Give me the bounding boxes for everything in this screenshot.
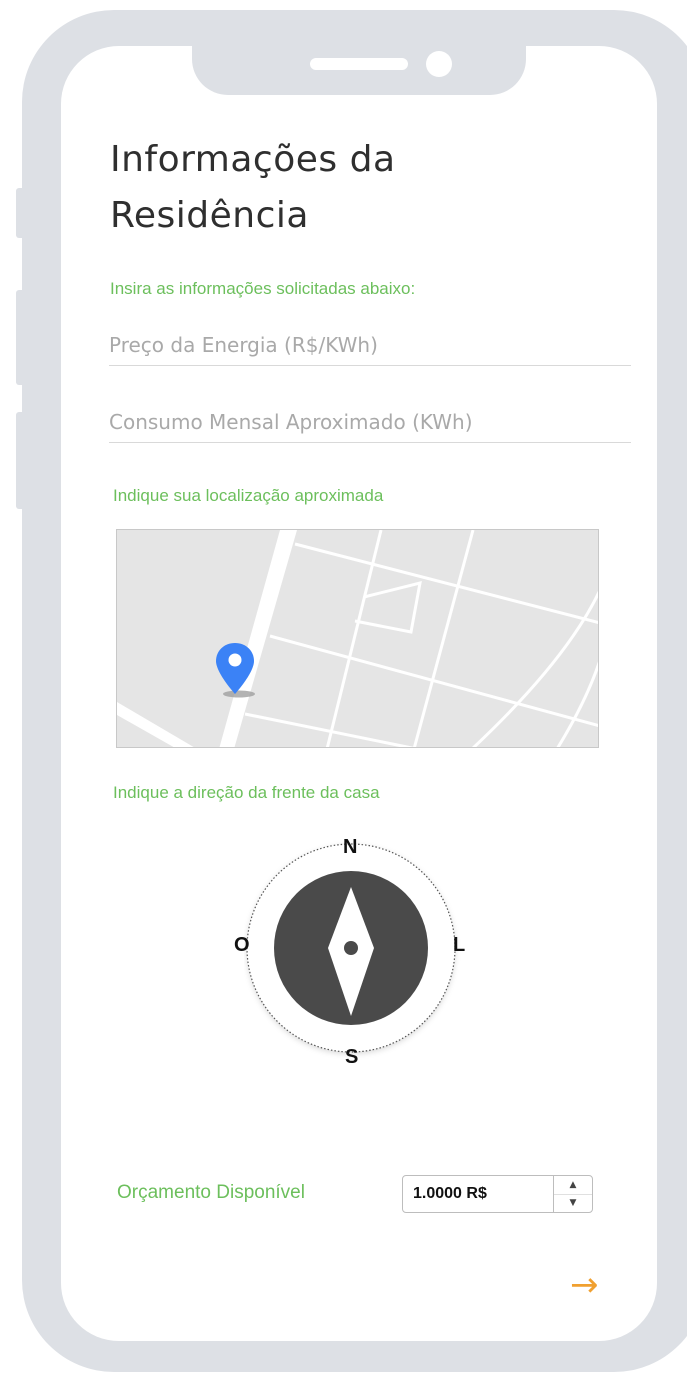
compass-east-label: L <box>453 934 466 956</box>
arrow-right-icon: → <box>570 1265 599 1305</box>
page-title: Informações da Residência <box>110 139 396 236</box>
monthly-consumption-input[interactable] <box>109 402 631 443</box>
device-side-button <box>16 290 26 385</box>
speaker-icon <box>310 58 408 70</box>
compass-west-label: O <box>234 934 250 956</box>
budget-label: Orçamento Disponível <box>117 1182 305 1203</box>
stepper-arrows: ▲ ▼ <box>553 1176 592 1212</box>
camera-icon <box>426 51 452 77</box>
map-pin-icon[interactable] <box>214 641 256 699</box>
device-notch <box>192 46 526 95</box>
form-instructions: Insira as informações solicitadas abaixo… <box>110 279 416 298</box>
location-label: Indique sua localização aproximada <box>113 486 384 505</box>
location-map[interactable] <box>116 529 599 748</box>
budget-stepper[interactable]: 1.0000 R$ ▲ ▼ <box>402 1175 593 1213</box>
budget-value[interactable]: 1.0000 R$ <box>413 1185 487 1203</box>
stepper-up-icon[interactable]: ▲ <box>554 1176 592 1195</box>
compass-dial[interactable]: N S O L <box>234 836 466 1068</box>
device-side-button <box>16 188 26 238</box>
energy-price-input[interactable] <box>109 325 631 366</box>
device-side-button <box>16 412 26 509</box>
stepper-down-icon[interactable]: ▼ <box>554 1194 592 1212</box>
compass-south-label: S <box>345 1046 359 1068</box>
map-streets <box>117 530 598 747</box>
compass-north-label: N <box>343 836 358 858</box>
direction-label: Indique a direção da frente da casa <box>113 783 380 802</box>
compass-icon <box>246 843 456 1053</box>
next-button[interactable]: → <box>570 1265 599 1305</box>
